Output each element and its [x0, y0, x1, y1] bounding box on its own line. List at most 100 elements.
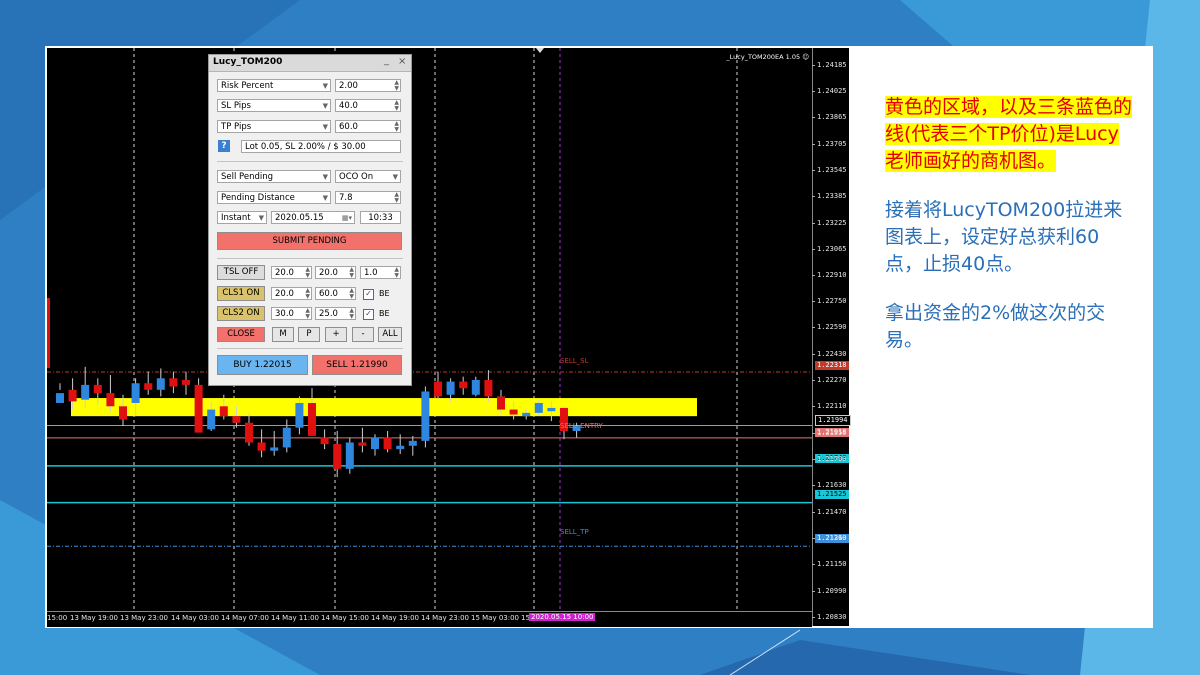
candle-body [106, 393, 115, 407]
price-tick-label: 1.24185 [812, 60, 847, 69]
spinner-icon[interactable]: ▲ ▼ [349, 288, 354, 300]
buy-button[interactable]: BUY 1.22015 [217, 355, 308, 375]
candle-body [119, 406, 127, 420]
divider [217, 161, 403, 162]
time-tick-label: 14 May 19:00 [371, 614, 420, 622]
spinner-icon[interactable]: ▲ ▼ [394, 192, 399, 204]
tp-value-input[interactable]: 60.0 ▲ ▼ [335, 120, 401, 133]
lot-info-field: Lot 0.05, SL 2.00% / $ 30.00 [241, 140, 401, 153]
chevron-down-icon: ▼ [322, 194, 328, 202]
plus-button[interactable]: + [325, 327, 347, 342]
calendar-icon[interactable]: ▦▾ [342, 212, 352, 224]
bid-price-tag: 1.21994 [815, 415, 851, 426]
chevron-down-icon: ▼ [392, 173, 398, 181]
tsl-value-1-input[interactable]: 20.0 ▲ ▼ [271, 266, 312, 279]
all-button[interactable]: ALL [378, 327, 402, 342]
candle-body [219, 406, 228, 417]
price-tick-label: 1.22270 [812, 375, 847, 384]
oco-select[interactable]: OCO On ▼ [335, 170, 401, 183]
exec-mode-select[interactable]: Instant ▼ [217, 211, 267, 224]
order-type-select[interactable]: Sell Pending ▼ [217, 170, 331, 183]
candle-body [434, 381, 442, 397]
risk-mode-select[interactable]: Risk Percent ▼ [217, 79, 331, 92]
cls2-be-label: BE [379, 309, 390, 318]
price-tick-label: 1.22750 [812, 296, 847, 305]
price-chart[interactable]: _Lucy_TOM200EA 1.05 ☺ SELL_SL SELL_ENTRY… [47, 48, 812, 626]
sl-value-input[interactable]: 40.0 ▲ ▼ [335, 99, 401, 112]
spinner-icon[interactable]: ▲ ▼ [305, 267, 310, 279]
sell-sl-label: SELL_SL [560, 357, 589, 365]
spinner-icon[interactable]: ▲ ▼ [305, 308, 310, 320]
sl-mode-select[interactable]: SL Pips ▼ [217, 99, 331, 112]
price-tick-label: 1.22910 [812, 270, 847, 279]
spinner-icon[interactable]: ▲ ▼ [305, 288, 310, 300]
time-tick-label: 14 May 03:00 [171, 614, 220, 622]
price-tick-label: 1.23545 [812, 166, 847, 175]
cls1-be-checkbox[interactable]: ✓ [363, 289, 374, 300]
cls2-value-1-input[interactable]: 30.0 ▲ ▼ [271, 307, 312, 320]
pending-mode-select[interactable]: Pending Distance ▼ [217, 191, 331, 204]
candle-body [257, 442, 266, 451]
chevron-down-icon: ▼ [258, 214, 264, 222]
tsl-value-3-input[interactable]: 1.0 ▲ ▼ [360, 266, 401, 279]
tp-b-price-tag: 1.21525 [815, 490, 849, 499]
tsl-value-2-input[interactable]: 20.0 ▲ ▼ [315, 266, 356, 279]
minus-button[interactable]: - [352, 327, 374, 342]
candle-body [547, 407, 556, 412]
submit-pending-button[interactable]: SUBMIT PENDING [217, 232, 402, 250]
panel-titlebar[interactable]: Lucy_TOM200 _ × [209, 55, 411, 72]
candle-body [534, 402, 543, 413]
cls1-value-1-input[interactable]: 20.0 ▲ ▼ [271, 287, 312, 300]
spinner-icon[interactable]: ▲ ▼ [349, 308, 354, 320]
cls1-value-2-input[interactable]: 60.0 ▲ ▼ [315, 287, 356, 300]
time-tick-label: 13 May 23:00 [120, 614, 169, 622]
candle-body [93, 384, 102, 394]
cls2-value-2-input[interactable]: 25.0 ▲ ▼ [315, 307, 356, 320]
spinner-icon[interactable]: ▲ ▼ [394, 267, 399, 279]
tsl-toggle-button[interactable]: TSL OFF [217, 265, 265, 280]
p-button[interactable]: P [298, 327, 320, 342]
candle-body [383, 437, 392, 450]
time-tick-label: 13 May 19:00 [70, 614, 119, 622]
candle-body [459, 381, 468, 389]
date-picker[interactable]: 2020.05.15 ▦▾ [271, 211, 355, 224]
time-tick-label: 14 May 07:00 [221, 614, 270, 622]
close-icon[interactable]: × [398, 56, 406, 67]
time-input[interactable]: 10:33 [360, 211, 401, 224]
candle-body [182, 379, 190, 385]
price-tick-label: 1.23705 [812, 139, 847, 148]
highlighted-note: 黄色的区域，以及三条蓝色的线(代表三个TP价位)是Lucy老师画好的商机图。 [885, 96, 1133, 172]
candle-body [408, 440, 417, 446]
candle-body [522, 412, 531, 417]
cls2-be-checkbox[interactable]: ✓ [363, 309, 374, 320]
spinner-icon[interactable]: ▲ ▼ [394, 121, 399, 133]
price-tick-label: 1.21150 [812, 560, 847, 569]
description-text: 黄色的区域，以及三条蓝色的线(代表三个TP价位)是Lucy老师画好的商机图。 接… [885, 94, 1135, 354]
candle-body [358, 442, 367, 446]
sell-tp-label: SELL_TP [560, 528, 589, 536]
candle-body [232, 416, 241, 423]
opportunity-zone [71, 398, 697, 417]
m-button[interactable]: M [272, 327, 294, 342]
candle-body [207, 409, 216, 430]
price-tick-label: 1.22110 [812, 402, 847, 411]
time-tick-label: 14 May 11:00 [271, 614, 320, 622]
pending-value-input[interactable]: 7.8 ▲ ▼ [335, 191, 401, 204]
ea-panel[interactable]: Lucy_TOM200 _ × Risk Percent ▼ 2.00 ▲ ▼ SL … [208, 54, 412, 386]
cls1-toggle-button[interactable]: CLS1 ON [217, 286, 265, 301]
spinner-icon[interactable]: ▲ ▼ [394, 100, 399, 112]
candle-body [295, 402, 304, 428]
risk-value-input[interactable]: 2.00 ▲ ▼ [335, 79, 401, 92]
candle-body [371, 437, 379, 450]
candle-body [308, 402, 316, 436]
minimize-icon[interactable]: _ [384, 55, 389, 66]
close-button[interactable]: CLOSE [217, 327, 265, 342]
spinner-icon[interactable]: ▲ ▼ [349, 267, 354, 279]
spinner-icon[interactable]: ▲ ▼ [394, 80, 399, 92]
tp-mode-select[interactable]: TP Pips ▼ [217, 120, 331, 133]
cls2-toggle-button[interactable]: CLS2 ON [217, 306, 265, 321]
paragraph-risk: 拿出资金的2%做这次的交易。 [885, 302, 1106, 351]
sell-button[interactable]: SELL 1.21990 [312, 355, 402, 375]
help-icon[interactable]: ? [218, 140, 230, 152]
candle-body [282, 427, 291, 448]
